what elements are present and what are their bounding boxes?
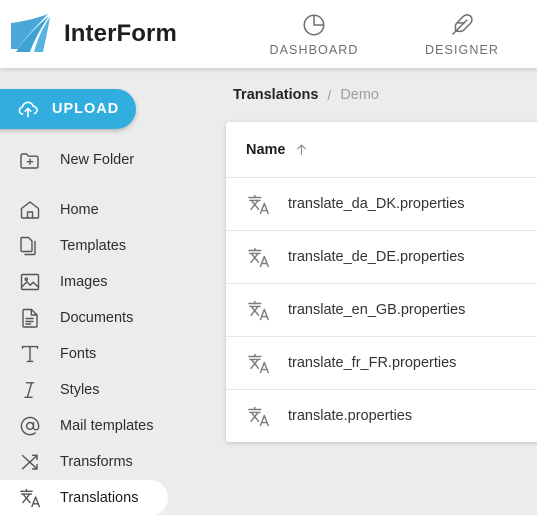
sidebar-item-templates[interactable]: Templates: [0, 228, 215, 264]
home-icon: [18, 198, 42, 222]
sidebar-item-fonts-label: Fonts: [60, 346, 97, 362]
translate-icon: [246, 298, 271, 323]
sidebar-item-documents-label: Documents: [60, 310, 134, 326]
translate-icon: [246, 351, 271, 376]
upload-button[interactable]: UPLOAD: [0, 89, 136, 129]
translate-icon: [18, 486, 42, 510]
app-header: InterForm DASHBOARD DESIGNER: [0, 0, 537, 68]
sidebar-item-transforms[interactable]: Transforms: [0, 444, 215, 480]
sidebar-item-home-label: Home: [60, 202, 99, 218]
table-row[interactable]: translate_fr_FR.properties: [226, 336, 537, 389]
arrow-up-icon[interactable]: [294, 142, 309, 157]
font-t-icon: [18, 342, 42, 366]
sidebar-item-new-folder-label: New Folder: [60, 152, 135, 168]
sidebar-item-transforms-label: Transforms: [60, 454, 133, 470]
sidebar-item-new-folder[interactable]: New Folder: [0, 142, 215, 178]
file-name: translate_en_GB.properties: [288, 302, 466, 318]
sidebar-item-documents[interactable]: Documents: [0, 300, 215, 336]
header-tabs: DASHBOARD DESIGNER: [240, 0, 537, 68]
copy-pages-icon: [18, 234, 42, 258]
sidebar-item-home[interactable]: Home: [0, 192, 215, 228]
table-row[interactable]: translate_de_DE.properties: [226, 230, 537, 283]
tab-dashboard-label: DASHBOARD: [269, 42, 359, 57]
table-row[interactable]: translate.properties: [226, 389, 537, 442]
main-content: Translations / Demo Name translate_da_DK…: [215, 68, 537, 515]
file-name: translate.properties: [288, 408, 413, 424]
sidebar-item-fonts[interactable]: Fonts: [0, 336, 215, 372]
upload-button-label: UPLOAD: [52, 101, 120, 117]
document-icon: [18, 306, 42, 330]
file-name: translate_de_DE.properties: [288, 249, 465, 265]
image-icon: [18, 270, 42, 294]
sidebar-item-styles-label: Styles: [60, 382, 100, 398]
translate-icon: [246, 192, 271, 217]
column-header-name: Name: [246, 141, 286, 158]
sidebar-item-mail-templates-label: Mail templates: [60, 418, 154, 434]
feather-icon: [449, 12, 475, 38]
file-name: translate_da_DK.properties: [288, 196, 465, 212]
file-name: translate_fr_FR.properties: [288, 355, 457, 371]
folder-plus-icon: [18, 148, 42, 172]
sidebar-item-mail-templates[interactable]: Mail templates: [0, 408, 215, 444]
file-list-card: Name translate_da_DK.properties translat…: [226, 122, 537, 442]
sidebar-nav: New Folder Home Templates Images Documen…: [0, 142, 215, 515]
cloud-upload-icon: [16, 97, 40, 121]
table-row[interactable]: translate_en_GB.properties: [226, 283, 537, 336]
breadcrumb: Translations / Demo: [215, 68, 537, 122]
sidebar-item-images-label: Images: [60, 274, 108, 290]
tab-dashboard[interactable]: DASHBOARD: [240, 0, 388, 68]
translate-icon: [246, 404, 271, 429]
table-header[interactable]: Name: [226, 122, 537, 177]
breadcrumb-separator: /: [327, 87, 332, 103]
at-sign-icon: [18, 414, 42, 438]
sidebar-item-styles[interactable]: Styles: [0, 372, 215, 408]
interform-logo-icon: [8, 11, 54, 57]
shuffle-icon: [18, 450, 42, 474]
pie-chart-icon: [301, 12, 327, 38]
table-row[interactable]: translate_da_DK.properties: [226, 177, 537, 230]
brand: InterForm: [0, 0, 240, 68]
brand-name: InterForm: [64, 20, 177, 47]
translate-icon: [246, 245, 271, 270]
sidebar: UPLOAD New Folder Home Templates Images …: [0, 68, 215, 515]
sidebar-item-images[interactable]: Images: [0, 264, 215, 300]
tab-designer[interactable]: DESIGNER: [388, 0, 536, 68]
italic-i-icon: [18, 378, 42, 402]
breadcrumb-root[interactable]: Translations: [233, 87, 318, 103]
breadcrumb-current: Demo: [340, 87, 379, 103]
tab-designer-label: DESIGNER: [424, 42, 500, 57]
sidebar-item-templates-label: Templates: [60, 238, 127, 254]
sidebar-item-translations-label: Translations: [60, 490, 139, 506]
sidebar-item-translations[interactable]: Translations: [0, 480, 168, 515]
